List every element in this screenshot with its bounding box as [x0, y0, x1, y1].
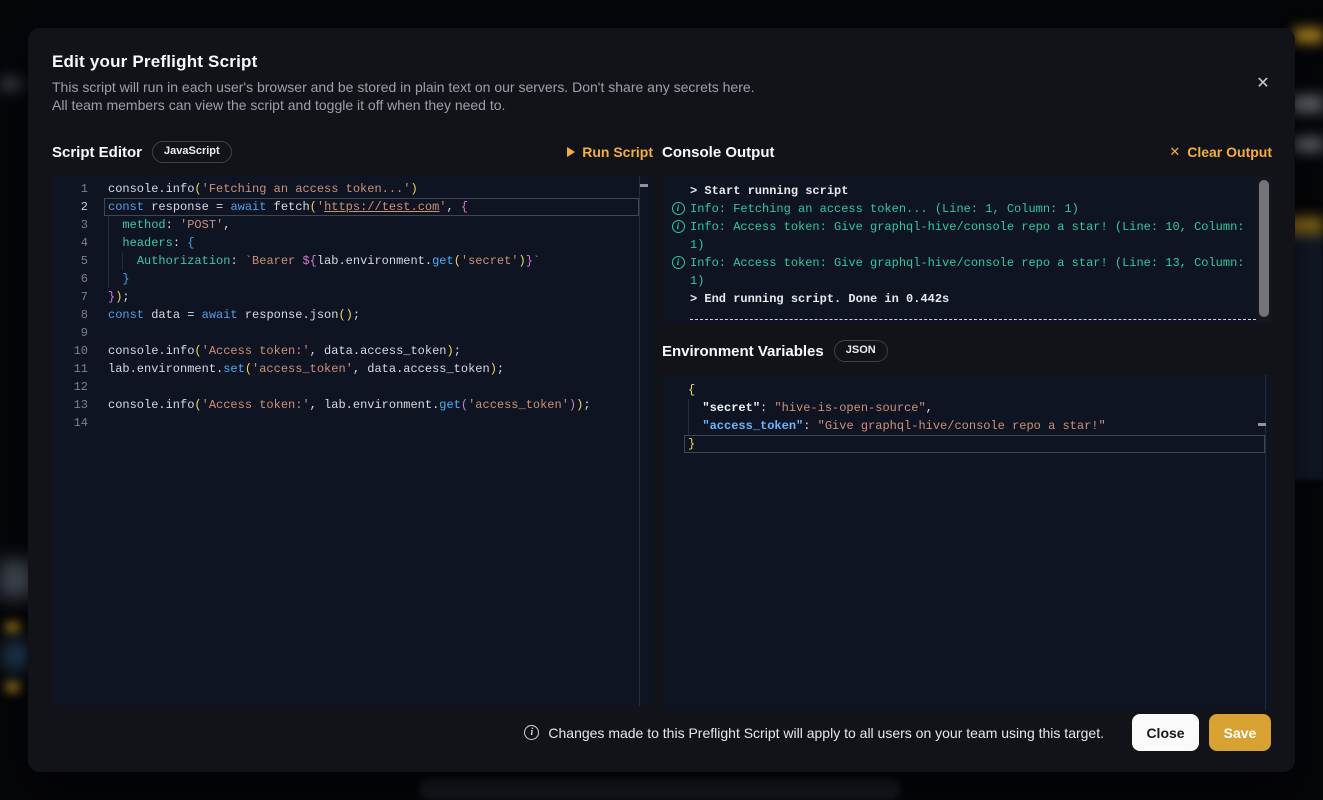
line-number: 6	[52, 270, 88, 288]
close-button[interactable]: Close	[1132, 714, 1199, 751]
line-number: 7	[52, 288, 88, 306]
script-editor-heading: Script Editor	[52, 144, 142, 161]
javascript-badge: JavaScript	[152, 141, 232, 162]
line-number: 5	[52, 252, 88, 270]
console-text: > Start running script	[690, 182, 1256, 200]
backdrop-blob	[420, 778, 900, 800]
code-line[interactable]: 2const response = await fetch('https://t…	[52, 198, 653, 216]
code-line[interactable]: 12	[52, 378, 653, 396]
line-number: 3	[52, 216, 88, 234]
code-line[interactable]: 13console.info('Access token:', lab.envi…	[52, 396, 653, 414]
code-line[interactable]: 9	[52, 324, 653, 342]
console-entry: iInfo: Fetching an access token... (Line…	[666, 200, 1256, 218]
info-icon: i	[524, 725, 539, 740]
info-circle-icon: i	[666, 200, 690, 215]
line-number: 13	[52, 396, 88, 414]
console-text	[690, 319, 1256, 320]
backdrop-blob	[0, 78, 22, 90]
code-line[interactable]: {	[662, 381, 1272, 399]
line-number: 10	[52, 342, 88, 360]
console-scrollbar-track[interactable]	[1257, 177, 1271, 322]
editor-cursor-marker	[640, 184, 648, 187]
editor-overview-ruler	[639, 176, 640, 706]
modal-description-line2: All team members can view the script and…	[52, 96, 1271, 114]
line-number: 2	[52, 198, 88, 216]
info-circle-icon: i	[666, 254, 690, 269]
backdrop-blob	[1293, 138, 1323, 151]
modal-title: Edit your Preflight Script	[52, 52, 1271, 72]
code-line[interactable]: "secret": "hive-is-open-source",	[662, 399, 1272, 417]
modal-footer: i Changes made to this Preflight Script …	[52, 714, 1271, 751]
line-number: 11	[52, 360, 88, 378]
right-column: Console Output ✕ Clear Output > Start ru…	[662, 138, 1272, 710]
code-line[interactable]: 5 Authorization: `Bearer ${lab.environme…	[52, 252, 653, 270]
script-code-editor[interactable]: 1console.info('Fetching an access token.…	[52, 176, 653, 706]
console-text: Info: Fetching an access token... (Line:…	[690, 200, 1256, 218]
environment-variables-editor[interactable]: { "secret": "hive-is-open-source", "acce…	[662, 375, 1272, 710]
code-line[interactable]: }	[662, 435, 1272, 453]
code-line[interactable]: 14	[52, 414, 653, 432]
code-line[interactable]: 6 }	[52, 270, 653, 288]
code-line[interactable]: 10console.info('Access token:', data.acc…	[52, 342, 653, 360]
json-badge: JSON	[834, 340, 888, 361]
code-line[interactable]: 4 headers: {	[52, 234, 653, 252]
code-line[interactable]: 11lab.environment.set('access_token', da…	[52, 360, 653, 378]
console-output-heading: Console Output	[662, 144, 775, 161]
console-scrollbar-thumb[interactable]	[1259, 180, 1269, 317]
run-script-label: Run Script	[582, 144, 653, 160]
console-text: > End running script. Done in 0.442s	[690, 290, 1256, 308]
clear-icon: ✕	[1169, 144, 1180, 160]
line-number: 1	[52, 180, 88, 198]
preflight-script-modal: ✕ Edit your Preflight Script This script…	[28, 28, 1295, 772]
environment-variables-heading: Environment Variables	[662, 343, 824, 360]
line-number: 8	[52, 306, 88, 324]
console-icon-spacer	[666, 290, 690, 292]
code-line[interactable]: 7});	[52, 288, 653, 306]
line-number: 14	[52, 414, 88, 432]
console-text: Info: Access token: Give graphql-hive/co…	[690, 218, 1256, 254]
run-script-button[interactable]: Run Script	[567, 144, 653, 160]
backdrop-blob	[6, 682, 20, 692]
console-entry: > End running script. Done in 0.442s	[666, 290, 1256, 308]
modal-description-line1: This script will run in each user's brow…	[52, 78, 1271, 96]
console-entry: > Start running script	[666, 182, 1256, 200]
console-entry: iInfo: Access token: Give graphql-hive/c…	[666, 254, 1256, 290]
console-output-area: > Start running scriptiInfo: Fetching an…	[662, 176, 1272, 323]
console-icon-spacer	[666, 308, 690, 310]
modal-close-icon[interactable]: ✕	[1249, 70, 1277, 98]
backdrop-blob	[1294, 28, 1323, 43]
console-separator	[666, 308, 1256, 320]
code-line[interactable]: 8const data = await response.json();	[52, 306, 653, 324]
backdrop-blob	[6, 622, 20, 632]
clear-output-label: Clear Output	[1187, 144, 1272, 160]
line-number: 9	[52, 324, 88, 342]
script-editor-panel: Script Editor JavaScript Run Script 1con…	[52, 138, 653, 710]
console-text: Info: Access token: Give graphql-hive/co…	[690, 254, 1256, 290]
current-line-highlight	[684, 435, 1265, 453]
env-cursor-marker	[1258, 423, 1266, 426]
line-number: 4	[52, 234, 88, 252]
play-icon	[567, 147, 575, 157]
console-icon-spacer	[666, 182, 690, 184]
backdrop-blob	[4, 640, 30, 670]
code-line[interactable]: 3 method: 'POST',	[52, 216, 653, 234]
footer-note: Changes made to this Preflight Script wi…	[548, 725, 1104, 741]
line-number: 12	[52, 378, 88, 396]
console-entry: iInfo: Access token: Give graphql-hive/c…	[666, 218, 1256, 254]
code-line[interactable]: "access_token": "Give graphql-hive/conso…	[662, 417, 1272, 435]
modal-description: This script will run in each user's brow…	[52, 78, 1271, 114]
code-line[interactable]: 1console.info('Fetching an access token.…	[52, 180, 653, 198]
save-button[interactable]: Save	[1209, 714, 1271, 751]
info-circle-icon: i	[666, 218, 690, 233]
clear-output-button[interactable]: ✕ Clear Output	[1169, 144, 1272, 160]
